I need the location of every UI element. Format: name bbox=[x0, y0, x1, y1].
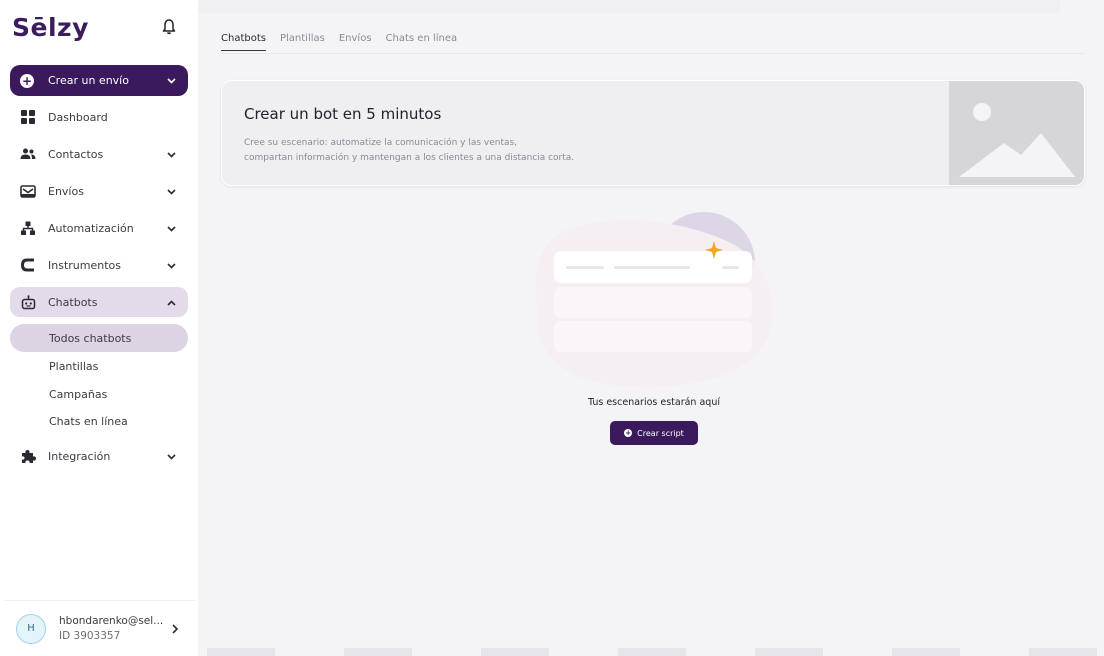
bell-icon[interactable] bbox=[160, 18, 178, 36]
tab-templates[interactable]: Plantillas bbox=[280, 33, 325, 51]
chevron-down-icon bbox=[167, 185, 176, 198]
sidebar-item-integration[interactable]: Integración bbox=[10, 441, 188, 471]
plus-icon: + bbox=[20, 73, 34, 88]
sidebar-item-label: Chatbots bbox=[48, 295, 98, 309]
sidebar-item-label: Dashboard bbox=[48, 110, 108, 124]
chevron-down-icon bbox=[167, 222, 176, 235]
empty-state-text: Tus escenarios estarán aquí bbox=[587, 397, 720, 408]
create-script-button[interactable]: + Crear script bbox=[610, 421, 698, 445]
user-email: hbondarenko@sel... bbox=[59, 614, 164, 627]
user-id: ID 3903357 bbox=[59, 629, 121, 642]
mail-icon bbox=[20, 183, 36, 199]
image-placeholder-icon bbox=[949, 81, 1084, 185]
tile bbox=[892, 648, 960, 656]
sidebar-item-dashboard[interactable]: Dashboard bbox=[10, 102, 188, 132]
grid-icon bbox=[20, 109, 36, 125]
sidebar-subitem-online-chats[interactable]: Chats en línea bbox=[10, 407, 188, 435]
sidebar-item-label: Automatización bbox=[48, 221, 134, 235]
create-send-label: Crear un envío bbox=[48, 74, 129, 87]
chevron-right-icon bbox=[172, 619, 179, 638]
top-strip bbox=[198, 0, 1060, 13]
sidebar-item-label: Instrumentos bbox=[48, 258, 121, 272]
sidebar-subitem-campaigns[interactable]: Campañas bbox=[10, 380, 188, 408]
sidebar-item-label: Contactos bbox=[48, 147, 104, 161]
puzzle-icon bbox=[20, 448, 36, 464]
user-info: hbondarenko@sel... ID 3903357 bbox=[59, 614, 163, 644]
sidebar-item-label: Envíos bbox=[48, 184, 84, 198]
tile bbox=[755, 648, 823, 656]
robot-icon bbox=[20, 294, 36, 310]
sidebar-subitem-templates[interactable]: Plantillas bbox=[10, 352, 188, 380]
banner-desc-line: Cree su escenario: automatize la comunic… bbox=[244, 138, 518, 148]
users-icon bbox=[20, 146, 36, 162]
sidebar-item-chatbots[interactable]: Chatbots bbox=[10, 287, 188, 317]
chevron-up-icon bbox=[167, 296, 176, 309]
banner-title: Crear un bot en 5 minutos bbox=[244, 105, 442, 123]
tile bbox=[481, 648, 549, 656]
tab-chatbots[interactable]: Chatbots bbox=[221, 33, 266, 51]
tile bbox=[618, 648, 686, 656]
sidebar-item-label: Integración bbox=[48, 449, 111, 463]
promo-banner: Crear un bot en 5 minutos Cree su escena… bbox=[221, 80, 1085, 186]
create-send-button[interactable]: + Crear un envío bbox=[10, 65, 188, 96]
main-content: Chatbots Plantillas Envíos Chats en líne… bbox=[198, 0, 1104, 656]
sidebar-subitem-all-chatbots[interactable]: Todos chatbots bbox=[10, 324, 188, 352]
tab-bar: Chatbots Plantillas Envíos Chats en líne… bbox=[221, 33, 471, 51]
sidebar-item-instruments[interactable]: Instrumentos bbox=[10, 250, 188, 280]
tab-divider bbox=[221, 53, 1085, 54]
user-profile[interactable]: H hbondarenko@sel... ID 3903357 bbox=[4, 600, 196, 656]
sidebar: Sēlzy + Crear un envío Dashboard Contact… bbox=[0, 0, 198, 656]
sidebar-item-sends[interactable]: Envíos bbox=[10, 176, 188, 206]
chevron-down-icon bbox=[167, 259, 176, 272]
tile bbox=[344, 648, 412, 656]
sidebar-item-automation[interactable]: Automatización bbox=[10, 213, 188, 243]
tab-online-chats[interactable]: Chats en línea bbox=[386, 33, 458, 51]
chevron-down-icon bbox=[167, 450, 176, 463]
selzy-logo[interactable]: Sēlzy bbox=[12, 13, 89, 42]
tile bbox=[1029, 648, 1097, 656]
sidebar-header: Sēlzy bbox=[0, 0, 198, 54]
banner-description: Cree su escenario: automatize la comunic… bbox=[244, 136, 744, 166]
hierarchy-icon bbox=[20, 220, 36, 236]
create-script-label: Crear script bbox=[637, 428, 684, 438]
bottom-tiles bbox=[207, 648, 1097, 656]
plus-icon: + bbox=[624, 429, 633, 437]
chevron-down-icon bbox=[167, 74, 176, 87]
tile bbox=[207, 648, 275, 656]
banner-desc-line: compartan información y mantengan a los … bbox=[244, 153, 575, 163]
tab-sends[interactable]: Envíos bbox=[339, 33, 372, 51]
avatar: H bbox=[16, 613, 46, 644]
sidebar-item-contacts[interactable]: Contactos bbox=[10, 139, 188, 169]
magnet-icon bbox=[20, 257, 36, 273]
empty-state-illustration bbox=[532, 211, 776, 389]
chevron-down-icon bbox=[167, 148, 176, 161]
